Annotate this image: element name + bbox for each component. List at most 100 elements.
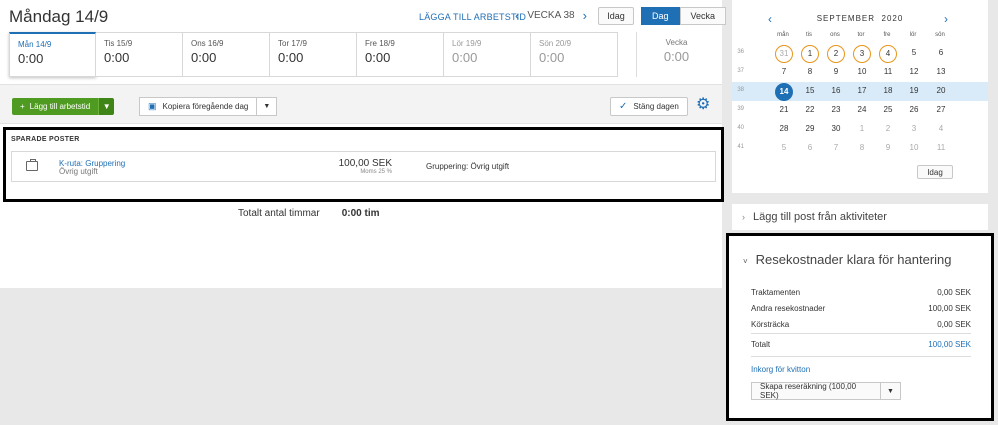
calendar-day[interactable]: 14 (775, 83, 793, 101)
calendar-day[interactable]: 3 (905, 121, 923, 139)
calendar-day[interactable]: 30 (827, 121, 845, 139)
calendar-day[interactable]: 16 (827, 83, 845, 101)
today-button[interactable]: Idag (598, 7, 634, 25)
calendar-day[interactable]: 9 (879, 140, 897, 158)
day-tab[interactable]: Lör 19/9 0:00 (444, 32, 531, 77)
day-tab[interactable]: Sön 20/9 0:00 (531, 32, 618, 77)
prev-week-icon[interactable]: ‹ (515, 8, 519, 23)
cost-total: Totalt 100,00 SEK (751, 340, 971, 349)
calendar-day[interactable]: 20 (932, 83, 950, 101)
saved-title: SPARADE POSTER (11, 136, 80, 143)
day-value: 0:00 (452, 50, 478, 65)
week-total-value: 0:00 (663, 49, 690, 64)
calendar-day[interactable]: 11 (932, 140, 950, 158)
day-tab[interactable]: Ons 16/9 0:00 (183, 32, 270, 77)
add-time-link[interactable]: LÄGGA TILL ARBETSTID (419, 12, 526, 22)
calendar-day[interactable]: 26 (905, 102, 923, 120)
calendar-day[interactable]: 6 (932, 45, 950, 63)
total-hours: Totalt antal timmar 0:00 tim (238, 208, 380, 219)
entry-amount: 100,00 SEK (338, 158, 392, 169)
day-value: 0:00 (365, 50, 391, 65)
calendar-day[interactable]: 25 (879, 102, 897, 120)
day-tab[interactable]: Tis 15/9 0:00 (96, 32, 183, 77)
calendar-day[interactable]: 3 (853, 45, 871, 63)
calendar-day[interactable]: 2 (879, 121, 897, 139)
add-from-activities[interactable]: › Lägg till post från aktiviteter (732, 204, 988, 230)
calendar-month: SEPTEMBER 2020 (732, 14, 988, 23)
create-expense-report-button[interactable]: Skapa reseräkning (100,00 SEK) (751, 382, 881, 400)
calendar-day[interactable]: 2 (827, 45, 845, 63)
calendar-day[interactable]: 28 (775, 121, 793, 139)
calendar-day[interactable]: 22 (801, 102, 819, 120)
calendar-day[interactable]: 1 (801, 45, 819, 63)
receipt-inbox-link[interactable]: Inkorg för kvitton (751, 365, 810, 374)
calendar-day[interactable]: 18 (879, 83, 897, 101)
calendar-day[interactable]: 8 (853, 140, 871, 158)
calendar-day[interactable]: 7 (827, 140, 845, 158)
calendar-day[interactable]: 21 (775, 102, 793, 120)
calendar-day[interactable]: 19 (905, 83, 923, 101)
calendar-day[interactable]: 24 (853, 102, 871, 120)
add-time-split-button: + Lägg till arbetstid ▼ (12, 98, 115, 115)
calendar-day[interactable]: 6 (801, 140, 819, 158)
weekday-header: lör (909, 32, 917, 38)
view-day-button[interactable]: Dag (641, 7, 680, 25)
week-total: Vecka 0:00 (636, 32, 716, 77)
add-time-button[interactable]: + Lägg till arbetstid (12, 98, 99, 115)
week-label: VECKA 38 (527, 10, 575, 21)
week-number: 38 (737, 87, 744, 93)
calendar-day[interactable]: 4 (932, 121, 950, 139)
calendar-day[interactable]: 11 (879, 64, 897, 82)
calendar-day[interactable]: 12 (905, 64, 923, 82)
calendar-day[interactable]: 17 (853, 83, 871, 101)
calendar-day[interactable]: 23 (827, 102, 845, 120)
gear-icon[interactable]: ⚙ (696, 97, 712, 113)
cost-label: Traktamenten (751, 288, 801, 297)
next-month-icon[interactable]: › (944, 12, 948, 26)
calendar-day[interactable]: 8 (801, 64, 819, 82)
weekday-header: ons (830, 32, 840, 38)
calendar-day[interactable]: 5 (775, 140, 793, 158)
saved-entry[interactable]: K-ruta: Gruppering Övrig utgift 100,00 S… (11, 151, 716, 182)
day-tabs: Mån 14/9 0:00 Tis 15/9 0:00 Ons 16/9 0:0… (9, 32, 618, 77)
add-time-label: Lägg till arbetstid (29, 102, 91, 111)
day-tab[interactable]: Mån 14/9 0:00 (9, 32, 96, 77)
day-tab[interactable]: Tor 17/9 0:00 (270, 32, 357, 77)
travel-costs-panel: ˅ Resekostnader klara för hantering Trakt… (726, 233, 994, 421)
calendar-day[interactable]: 7 (775, 64, 793, 82)
calendar-header: ‹ SEPTEMBER 2020 › (732, 12, 988, 26)
next-week-icon[interactable]: › (583, 8, 587, 23)
day-tab[interactable]: Fre 18/9 0:00 (357, 32, 444, 77)
copy-prev-day-button[interactable]: ▣ Kopiera föregående dag (139, 97, 258, 116)
calendar-day[interactable]: 29 (801, 121, 819, 139)
calendar-week-row: 41 5 6 7 8 9 10 11 (732, 139, 988, 158)
add-time-dropdown[interactable]: ▼ (98, 98, 115, 115)
calendar-day[interactable]: 5 (905, 45, 923, 63)
calendar-day[interactable]: 9 (827, 64, 845, 82)
month-name: SEPTEMBER (816, 14, 876, 23)
view-week-button[interactable]: Vecka (679, 7, 727, 25)
calendar-day[interactable]: 27 (932, 102, 950, 120)
calendar-week-row: 39 21 22 23 24 25 26 27 (732, 101, 988, 120)
cost-label: Körsträcka (751, 320, 790, 329)
create-expense-dropdown[interactable]: ▼ (881, 382, 901, 400)
travel-costs-title[interactable]: ˅ Resekostnader klara för hantering (743, 252, 952, 267)
saved-entries: SPARADE POSTER K-ruta: Gruppering Övrig … (3, 127, 724, 202)
calendar-day[interactable]: 1 (853, 121, 871, 139)
calendar-week-row: 38 14 15 16 17 18 19 20 (732, 82, 988, 101)
copy-dropdown[interactable]: ▼ (257, 97, 278, 116)
day-value: 0:00 (104, 50, 130, 65)
calendar-day[interactable]: 31 (775, 45, 793, 63)
cost-total-value[interactable]: 100,00 SEK (928, 340, 971, 349)
calendar-day[interactable]: 13 (932, 64, 950, 82)
add-from-label: Lägg till post från aktiviteter (753, 211, 887, 223)
calendar-day[interactable]: 4 (879, 45, 897, 63)
calendar-day[interactable]: 15 (801, 83, 819, 101)
day-name: Tis 15/9 (104, 39, 133, 48)
cost-line: Körsträcka 0,00 SEK (751, 320, 971, 329)
calendar-today-button[interactable]: Idag (917, 165, 953, 179)
calendar-day[interactable]: 10 (905, 140, 923, 158)
calendar-day[interactable]: 10 (853, 64, 871, 82)
divider (751, 333, 971, 334)
close-day-button[interactable]: ✓ Stäng dagen (610, 97, 688, 116)
